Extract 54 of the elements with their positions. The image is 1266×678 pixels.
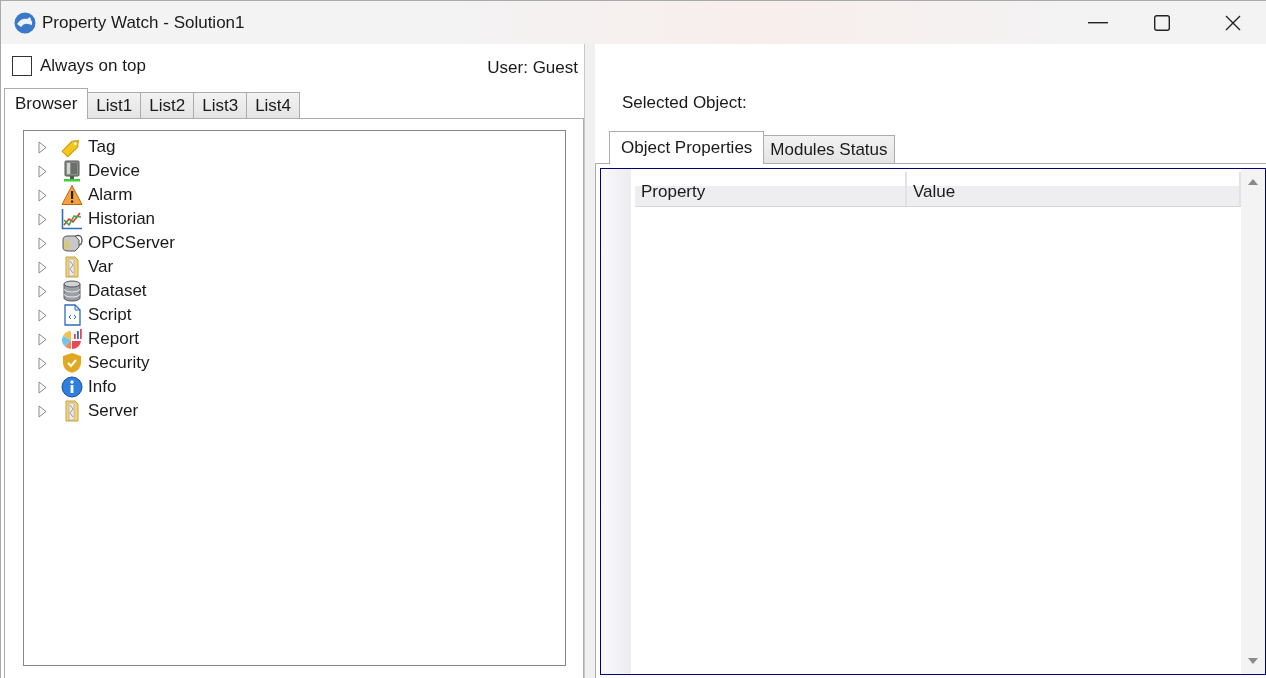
expand-arrow-icon[interactable] [38, 236, 47, 250]
expand-arrow-icon[interactable] [38, 356, 47, 370]
user-label: User: Guest [487, 58, 578, 78]
tab[interactable]: List4 [246, 92, 301, 118]
tree-item[interactable]: Alarm [88, 185, 133, 205]
tree-item[interactable]: Dataset [88, 281, 147, 301]
tab[interactable]: Browser [4, 88, 89, 119]
tree-item[interactable]: OPCServer [88, 233, 175, 253]
expand-arrow-icon[interactable] [38, 140, 47, 154]
column-header[interactable]: Property [635, 172, 907, 206]
expand-arrow-icon[interactable] [38, 212, 47, 226]
tree-item[interactable]: Historian [88, 209, 156, 229]
expand-arrow-icon[interactable] [38, 284, 47, 298]
tab[interactable]: List1 [87, 92, 142, 118]
expand-arrow-icon[interactable] [38, 164, 47, 178]
column-header[interactable]: Value [907, 172, 1241, 206]
tree-item[interactable]: Script [88, 305, 132, 325]
expand-arrow-icon[interactable] [38, 260, 47, 274]
database-icon [61, 280, 83, 302]
tree-item[interactable]: Var [88, 257, 114, 277]
expand-arrow-icon[interactable] [38, 404, 47, 418]
scroll-up-arrow-icon[interactable] [1248, 179, 1258, 185]
scroll-down-arrow-icon[interactable] [1248, 658, 1258, 664]
tree-item[interactable]: Server [88, 401, 139, 421]
tree-item[interactable]: Security [88, 353, 150, 373]
info-icon [61, 376, 83, 398]
checkbox[interactable] [12, 56, 32, 76]
window-title: Property Watch - Solution1 [42, 12, 245, 33]
expand-arrow-icon[interactable] [38, 308, 47, 322]
tree-item[interactable]: Report [88, 329, 140, 349]
monitor-icon [61, 160, 83, 182]
warning-icon [61, 184, 83, 206]
minimize-icon [1088, 21, 1108, 24]
shield-icon [61, 352, 83, 374]
expand-arrow-icon[interactable] [38, 380, 47, 394]
tree-item[interactable]: Info [88, 377, 117, 397]
line-chart-icon [61, 208, 83, 230]
maximize-icon [1154, 14, 1170, 31]
pie-chart-icon [61, 328, 83, 350]
scrollbar[interactable] [1241, 169, 1265, 674]
expand-arrow-icon[interactable] [38, 188, 47, 202]
tree-item[interactable]: Device [88, 161, 140, 181]
tree-item[interactable]: Tag [88, 137, 116, 157]
globe-icon [14, 11, 36, 34]
tab[interactable]: List3 [193, 92, 248, 118]
code-file-icon [61, 304, 83, 326]
tab[interactable]: List2 [140, 92, 195, 118]
checkbox-label[interactable]: Always on top [40, 56, 146, 76]
plug-icon [61, 232, 83, 254]
tab[interactable]: Object Properties [609, 131, 765, 164]
tab[interactable]: Modules Status [763, 135, 895, 163]
expand-arrow-icon[interactable] [38, 332, 47, 346]
close-icon [1225, 14, 1241, 31]
selected-object-label: Selected Object: [622, 92, 747, 114]
